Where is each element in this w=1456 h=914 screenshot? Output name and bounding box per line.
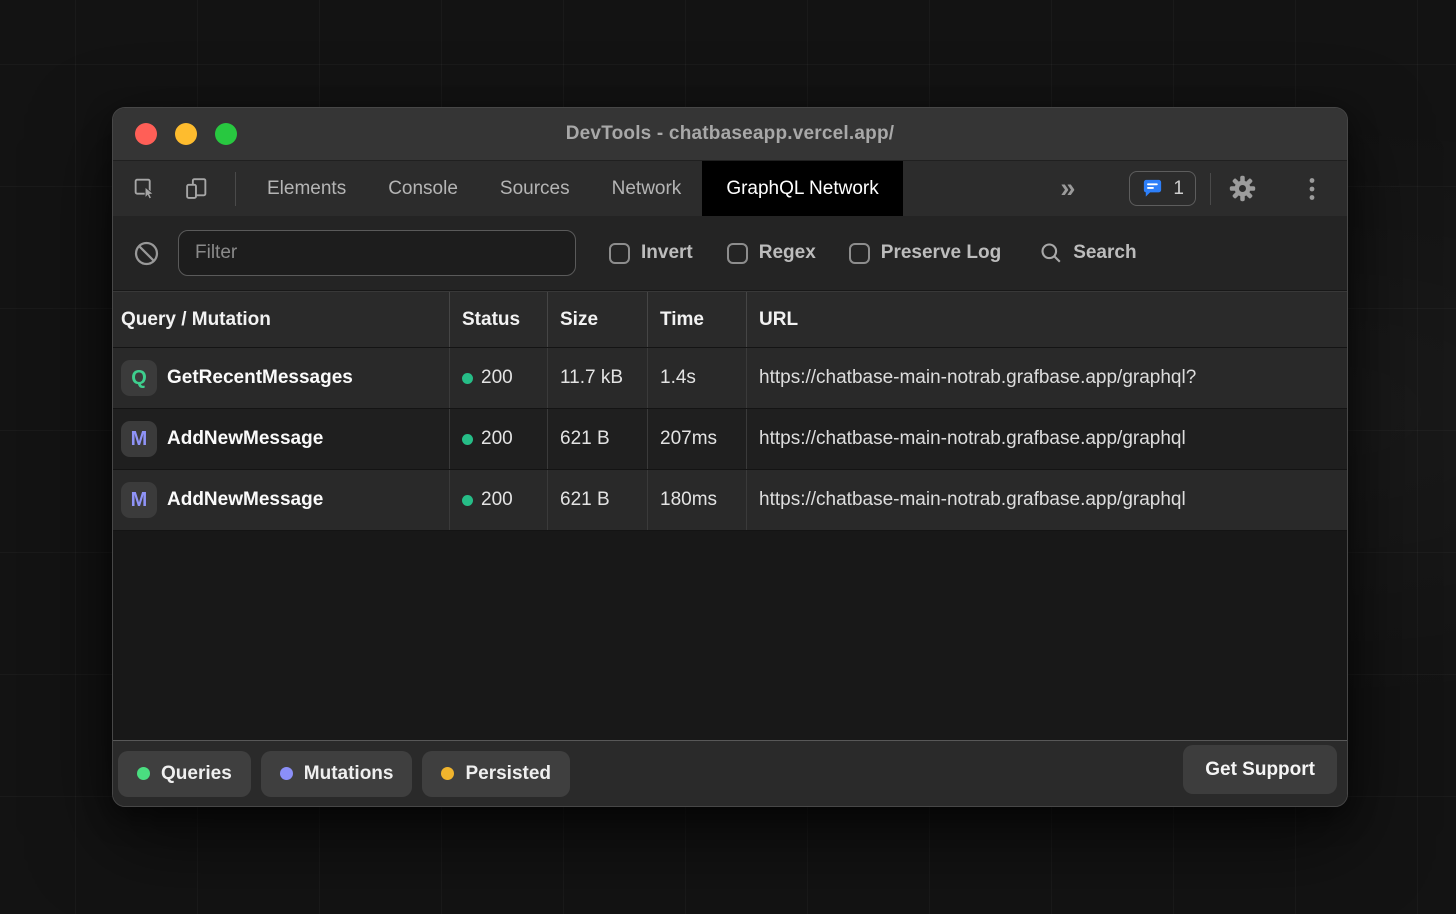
column-header-query-mutation: Query / Mutation [113, 292, 449, 347]
column-header-status: Status [449, 292, 547, 347]
get-support-label: Get Support [1205, 759, 1315, 781]
column-header-size: Size [547, 292, 647, 347]
device-toolbar-icon [184, 176, 209, 201]
status-ok-dot [462, 434, 473, 445]
ban-icon [133, 240, 160, 267]
column-header-time: Time [647, 292, 746, 347]
operation-name: GetRecentMessages [167, 367, 353, 389]
chat-bubble-icon [1141, 177, 1164, 200]
response-size: 621 B [560, 489, 610, 511]
status-code: 200 [481, 367, 513, 389]
tab-graphql-network[interactable]: GraphQL Network [702, 161, 902, 216]
operation-name: AddNewMessage [167, 489, 323, 511]
devtools-window: DevTools - chatbaseapp.vercel.app/ Eleme… [112, 107, 1348, 807]
search-label: Search [1073, 242, 1136, 264]
query-badge: Q [121, 360, 157, 396]
operation-name: AddNewMessage [167, 428, 323, 450]
persisted-dot-icon [441, 767, 454, 780]
tab-sources[interactable]: Sources [479, 161, 591, 216]
response-size: 11.7 kB [560, 367, 623, 389]
mutation-badge: M [121, 421, 157, 457]
graphql-requests-table: Query / Mutation Status Size Time URL Q … [113, 291, 1347, 740]
mutations-legend-button[interactable]: Mutations [261, 751, 413, 797]
table-row[interactable]: M AddNewMessage 200 621 B 180ms https://… [113, 470, 1347, 531]
invert-checkbox[interactable] [609, 243, 630, 264]
table-header-row: Query / Mutation Status Size Time URL [113, 291, 1347, 348]
table-empty-area [113, 531, 1347, 740]
tab-network[interactable]: Network [591, 161, 703, 216]
response-time: 180ms [660, 489, 717, 511]
filter-input[interactable] [178, 230, 576, 276]
more-tabs-chevron-icon[interactable]: » [1060, 175, 1075, 202]
message-count: 1 [1173, 178, 1184, 200]
invert-label: Invert [641, 242, 693, 264]
preserve-log-checkbox-group: Preserve Log [849, 242, 1001, 264]
tabbar-right-cluster: » 1 [1060, 171, 1327, 206]
mutation-badge: M [121, 482, 157, 518]
get-support-button[interactable]: Get Support [1183, 745, 1337, 794]
panel-tabs: Elements Console Sources Network GraphQL… [246, 161, 903, 216]
regex-checkbox[interactable] [727, 243, 748, 264]
issues-message-badge[interactable]: 1 [1129, 171, 1196, 206]
kebab-menu-icon [1301, 176, 1323, 202]
request-url: https://chatbase-main-notrab.grafbase.ap… [759, 489, 1186, 511]
clear-log-button[interactable] [131, 238, 161, 268]
gear-icon [1229, 175, 1256, 202]
window-title: DevTools - chatbaseapp.vercel.app/ [113, 123, 1347, 145]
invert-checkbox-group: Invert [609, 242, 693, 264]
tabbar-divider [235, 172, 236, 206]
request-url: https://chatbase-main-notrab.grafbase.ap… [759, 428, 1186, 450]
status-ok-dot [462, 495, 473, 506]
column-header-url: URL [746, 292, 1347, 347]
mutations-dot-icon [280, 767, 293, 780]
footer-bar: Queries Mutations Persisted Get Support [113, 740, 1347, 806]
traffic-lights [135, 123, 237, 145]
status-code: 200 [481, 428, 513, 450]
close-button[interactable] [135, 123, 157, 145]
queries-label: Queries [161, 763, 232, 785]
preserve-log-label: Preserve Log [881, 242, 1001, 264]
device-toolbar-button[interactable] [181, 174, 211, 204]
tab-console[interactable]: Console [367, 161, 479, 216]
search-icon [1039, 241, 1063, 265]
devtools-tabbar: Elements Console Sources Network GraphQL… [113, 161, 1347, 216]
minimize-button[interactable] [175, 123, 197, 145]
queries-legend-button[interactable]: Queries [118, 751, 251, 797]
regex-checkbox-group: Regex [727, 242, 816, 264]
settings-button[interactable] [1227, 174, 1257, 204]
response-time: 1.4s [660, 367, 696, 389]
titlebar: DevTools - chatbaseapp.vercel.app/ [113, 108, 1347, 161]
queries-dot-icon [137, 767, 150, 780]
network-filter-toolbar: Invert Regex Preserve Log Search [113, 216, 1347, 291]
mutations-label: Mutations [304, 763, 394, 785]
table-row[interactable]: Q GetRecentMessages 200 11.7 kB 1.4s htt… [113, 348, 1347, 409]
regex-label: Regex [759, 242, 816, 264]
response-time: 207ms [660, 428, 717, 450]
inspect-cursor-icon [132, 176, 157, 201]
preserve-log-checkbox[interactable] [849, 243, 870, 264]
table-row[interactable]: M AddNewMessage 200 621 B 207ms https://… [113, 409, 1347, 470]
inspect-element-button[interactable] [129, 174, 159, 204]
more-options-button[interactable] [1297, 174, 1327, 204]
search-button[interactable]: Search [1039, 241, 1136, 265]
zoom-button[interactable] [215, 123, 237, 145]
status-code: 200 [481, 489, 513, 511]
persisted-legend-button[interactable]: Persisted [422, 751, 570, 797]
status-ok-dot [462, 373, 473, 384]
request-url: https://chatbase-main-notrab.grafbase.ap… [759, 367, 1196, 389]
persisted-label: Persisted [465, 763, 551, 785]
tab-elements[interactable]: Elements [246, 161, 367, 216]
response-size: 621 B [560, 428, 610, 450]
tabbar-right-divider [1210, 173, 1211, 205]
